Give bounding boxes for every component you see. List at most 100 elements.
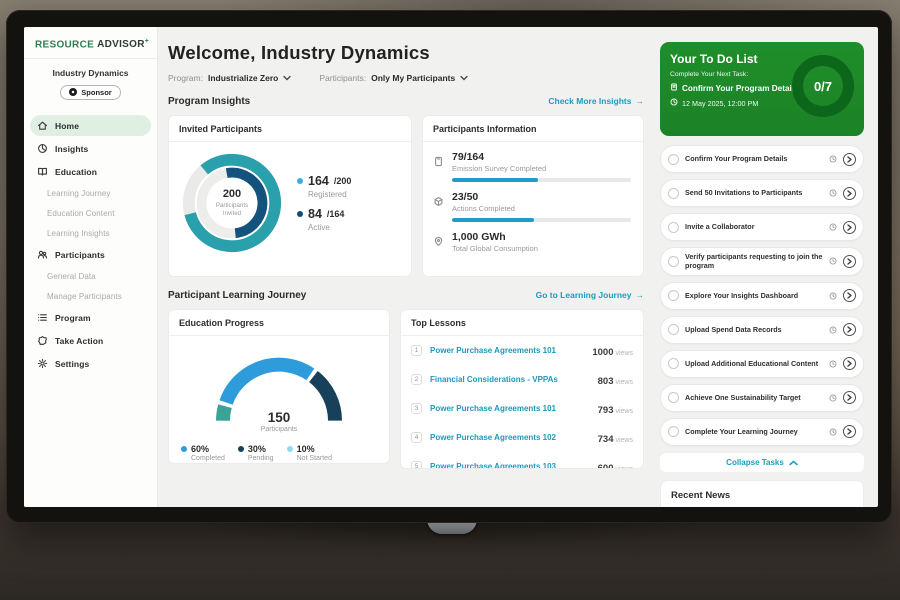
sidebar-item-label: Manage Participants	[47, 292, 122, 301]
task-open-button[interactable]	[843, 425, 856, 438]
program-insights-title: Program Insights	[168, 96, 250, 107]
clock-icon	[829, 184, 837, 202]
main-content: Welcome, Industry Dynamics Program: Indu…	[158, 27, 656, 507]
lesson-rank-badge: 2	[411, 374, 422, 385]
clock-icon	[829, 389, 837, 407]
program-select[interactable]: Program: Industrialize Zero	[168, 73, 291, 83]
task-checkbox[interactable]	[668, 392, 679, 403]
task-checkbox[interactable]	[668, 188, 679, 199]
clock-icon	[829, 321, 837, 339]
gauge-legend-completed: 60%Completed	[181, 444, 225, 462]
donut-legend: 164/200Registered84/164Active	[297, 166, 351, 240]
clock-icon	[829, 252, 837, 270]
legend-label: Completed	[191, 455, 225, 462]
sidebar-item-education-content[interactable]: Education Content	[30, 204, 151, 222]
legend-dot-icon	[297, 211, 303, 217]
lesson-row-2: 2Financial Considerations - VPPAs803view…	[401, 365, 643, 394]
task-open-button[interactable]	[843, 289, 856, 302]
task-checkbox[interactable]	[668, 290, 679, 301]
lesson-link[interactable]: Power Purchase Agreements 101	[430, 346, 556, 355]
task-checkbox[interactable]	[668, 154, 679, 165]
lesson-link[interactable]: Power Purchase Agreements 103	[430, 462, 556, 469]
task-checkbox[interactable]	[668, 222, 679, 233]
lesson-views: 1000views	[592, 342, 633, 360]
task-open-button[interactable]	[843, 255, 856, 268]
participants-select-value: Only My Participants	[371, 73, 455, 83]
sidebar-item-label: Program	[55, 313, 91, 323]
clock-icon	[829, 150, 837, 168]
clock-icon	[829, 287, 837, 305]
task-label: Complete Your Learning Journey	[685, 427, 823, 436]
invited-participants-body: 200 Participants Invited 164/200Register…	[169, 142, 411, 256]
participants-information-card: Participants Information 79/164Emission …	[422, 115, 644, 277]
sidebar-item-program[interactable]: Program	[30, 307, 151, 328]
sidebar-item-manage-participants[interactable]: Manage Participants	[30, 287, 151, 305]
arrow-right-icon: →	[636, 290, 645, 300]
task-confirm-your-program-details: Confirm Your Program Details	[660, 145, 864, 173]
lesson-row-4: 4 Power Purchase Agreements 102 734views	[401, 423, 643, 452]
sidebar-item-learning-insights[interactable]: Learning Insights	[30, 224, 151, 242]
lesson-rank-badge: 4	[411, 432, 422, 443]
task-label: Verify participants requesting to join t…	[685, 252, 823, 271]
task-checkbox[interactable]	[668, 358, 679, 369]
participants-select[interactable]: Participants: Only My Participants	[319, 73, 468, 83]
sidebar-item-general-data[interactable]: General Data	[30, 267, 151, 285]
page-title: Welcome, Industry Dynamics	[168, 42, 644, 64]
app-logo: RESOURCEADVISOR+	[24, 27, 157, 58]
check-more-insights-link[interactable]: Check More Insights→	[548, 96, 644, 106]
task-open-button[interactable]	[843, 323, 856, 336]
task-checkbox[interactable]	[668, 256, 679, 267]
go-to-learning-journey-link[interactable]: Go to Learning Journey→	[536, 290, 644, 300]
task-achieve-one-sustainability-target: Achieve One Sustainability Target	[660, 384, 864, 412]
clock-icon	[829, 423, 837, 441]
sidebar-item-take-action[interactable]: Take Action	[30, 330, 151, 351]
task-send-50-invitations-to-participants: Send 50 Invitations to Participants	[660, 179, 864, 207]
task-open-button[interactable]	[843, 221, 856, 234]
clock-icon	[829, 355, 837, 373]
sidebar-item-education[interactable]: Education	[30, 161, 151, 182]
todo-next-task: Confirm Your Program Details	[670, 83, 802, 93]
sidebar-item-label: Take Action	[55, 336, 103, 346]
task-open-button[interactable]	[843, 391, 856, 404]
sidebar-item-participants[interactable]: Participants	[30, 244, 151, 265]
task-open-button[interactable]	[843, 187, 856, 200]
legend-label: Not Started	[297, 455, 332, 462]
gauge-legend: 60%Completed30%Pending10%Not Started	[169, 435, 389, 462]
lesson-link[interactable]: Power Purchase Agreements 101	[430, 404, 556, 413]
sidebar-item-label: Learning Journey	[47, 189, 110, 198]
task-open-button[interactable]	[843, 153, 856, 166]
education-gauge-chart: 150 Participants	[204, 346, 354, 435]
task-checkbox[interactable]	[668, 426, 679, 437]
sidebar-item-settings[interactable]: Settings	[30, 353, 151, 374]
collapse-tasks-link[interactable]: Collapse Tasks	[660, 453, 864, 472]
lesson-row-3: 3Power Purchase Agreements 101793views	[401, 394, 643, 423]
task-explore-your-insights-dashboard: Explore Your Insights Dashboard	[660, 282, 864, 310]
top-lessons-card: Top Lessons 1Power Purchase Agreements 1…	[400, 309, 644, 469]
todo-task-list: Confirm Your Program Details Send 50 Invi…	[660, 145, 864, 446]
task-checkbox[interactable]	[668, 324, 679, 335]
sidebar-item-home[interactable]: Home	[30, 115, 151, 136]
lesson-views: 734views	[598, 429, 633, 447]
sidebar-item-learning-journey[interactable]: Learning Journey	[30, 184, 151, 202]
sidebar-item-insights[interactable]: Insights	[30, 138, 151, 159]
lesson-link[interactable]: Financial Considerations - VPPAs	[430, 375, 558, 384]
lesson-link[interactable]: Power Purchase Agreements 102	[430, 433, 556, 442]
task-label: Confirm Your Program Details	[685, 154, 823, 163]
logo-plus: +	[145, 38, 149, 45]
task-open-button[interactable]	[843, 357, 856, 370]
logo-advisor: ADVISOR	[97, 39, 145, 50]
survey-icon	[433, 151, 444, 182]
home-icon	[37, 120, 48, 131]
clock-icon	[829, 218, 837, 236]
legend-total: /164	[327, 209, 345, 219]
legend-percent: 60%	[191, 444, 225, 454]
participants-information-rows: 79/164Emission Survey Completed23/50Acti…	[423, 142, 643, 253]
filter-bar: Program: Industrialize Zero Participants…	[168, 73, 644, 83]
legend-percent: 30%	[248, 444, 274, 454]
sidebar-item-label: Learning Insights	[47, 229, 110, 238]
program-select-value: Industrialize Zero	[208, 73, 278, 83]
info-row-actions-completed: 23/50Actions Completed	[433, 191, 631, 222]
lesson-rank-badge: 5	[411, 461, 422, 469]
lesson-row-5: 5Power Purchase Agreements 103600views	[401, 452, 643, 469]
take-action-icon	[37, 335, 48, 346]
